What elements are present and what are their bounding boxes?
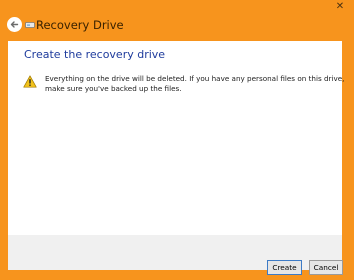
drive-icon xyxy=(25,22,35,28)
window-title: Recovery Drive xyxy=(36,18,124,32)
warning-icon xyxy=(23,75,37,88)
button-bar: Create Cancel xyxy=(8,235,343,275)
title-bar: ✕ Recovery Drive xyxy=(0,0,354,44)
back-arrow-icon xyxy=(10,21,19,28)
close-icon: ✕ xyxy=(335,1,345,12)
page-title: Create the recovery drive xyxy=(24,48,166,61)
warning-message: Everything on the drive will be deleted.… xyxy=(45,74,345,93)
create-button[interactable]: Create xyxy=(267,260,302,275)
back-button[interactable] xyxy=(7,17,22,32)
main-panel: Create the recovery drive Everything on … xyxy=(8,41,345,235)
close-button[interactable]: ✕ xyxy=(332,1,348,13)
cancel-button[interactable]: Cancel xyxy=(309,260,343,275)
